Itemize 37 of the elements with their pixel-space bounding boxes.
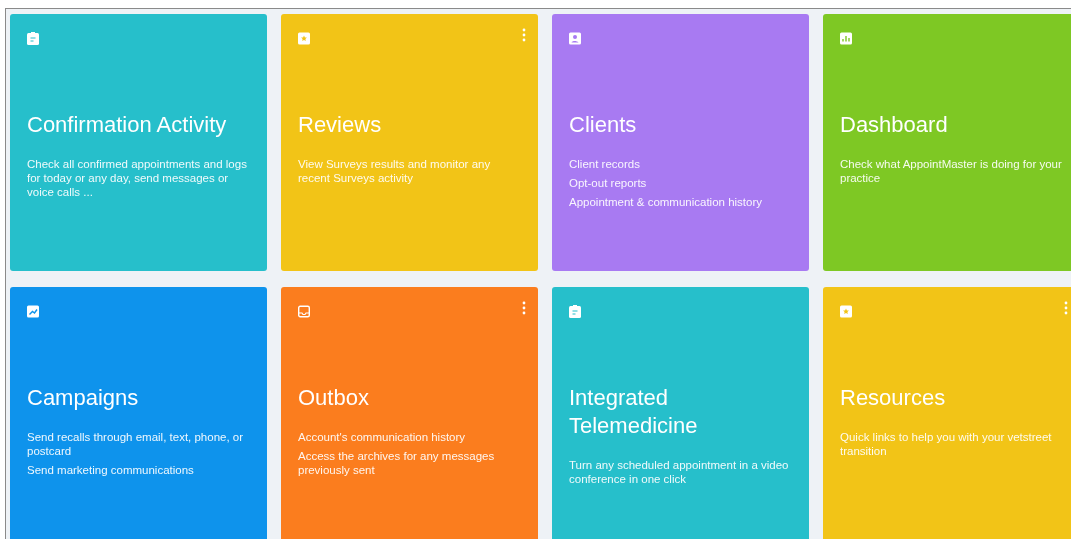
more-menu-icon[interactable] xyxy=(522,301,526,315)
tile-title: Resources xyxy=(840,384,947,412)
tile-title: Outbox xyxy=(298,384,370,412)
tile-title: Clients xyxy=(569,111,638,139)
tile-card[interactable]: Outbox Account's communication history Access the archives for any messages previously sent xyxy=(281,287,538,539)
tile-description: Check what AppointMaster is doing for your practice xyxy=(840,157,1063,185)
tile-description: Access the archives for any messages previously sent xyxy=(298,449,496,477)
tile-description: Account's communication history xyxy=(298,430,467,444)
clipboard-icon xyxy=(27,32,39,45)
trend-line-icon xyxy=(27,305,39,318)
tile-card[interactable]: Reviews View Surveys results and monitor any recent Surveys activity xyxy=(281,14,538,271)
tile-title: Reviews xyxy=(298,111,383,139)
tile-card[interactable]: Clients Client records Opt-out reports Appointment & communication history xyxy=(552,14,809,271)
bar-chart-icon xyxy=(840,32,852,45)
tile-description: Turn any scheduled appointment in a video conference in one click xyxy=(569,458,790,486)
tile-description: Check all confirmed appointments and logs for today or any day, send messages or voice calls ... xyxy=(27,157,248,199)
tile-description: Client records xyxy=(569,157,641,171)
tile-title: Campaigns xyxy=(27,384,140,412)
tile-card[interactable]: Resources Quick links to help you with your vetstreet transition xyxy=(823,287,1071,539)
tile-title: Integrated Telemedicine xyxy=(569,384,699,440)
tile-card[interactable]: Integrated Telemedicine Turn any scheduled appointment in a video conference in one click xyxy=(552,287,809,539)
more-menu-icon[interactable] xyxy=(522,28,526,42)
tile-card[interactable]: Dashboard Check what AppointMaster is doing for your practice xyxy=(823,14,1071,271)
tile-description: View Surveys results and monitor any recent Surveys activity xyxy=(298,157,492,185)
more-menu-icon[interactable] xyxy=(1064,301,1068,315)
tile-title: Dashboard xyxy=(840,111,949,139)
tile-card[interactable]: Confirmation Activity Check all confirmed appointments and logs for today or any day, send messages or voice calls ... xyxy=(10,14,267,271)
tile-title: Confirmation Activity xyxy=(27,111,227,139)
clipboard-icon xyxy=(569,305,581,318)
tile-description: Appointment & communication history xyxy=(569,195,764,209)
person-icon xyxy=(569,32,581,45)
tile-description: Send marketing communications xyxy=(27,463,195,477)
tile-card[interactable]: Campaigns Send recalls through email, text, phone, or postcard Send marketing communications xyxy=(10,287,267,539)
tile-description: Send recalls through email, text, phone, or postcard xyxy=(27,430,245,458)
inbox-icon xyxy=(298,305,310,318)
tile-description: Quick links to help you with your vetstreet transition xyxy=(840,430,1053,458)
tile-description: Opt-out reports xyxy=(569,176,648,190)
